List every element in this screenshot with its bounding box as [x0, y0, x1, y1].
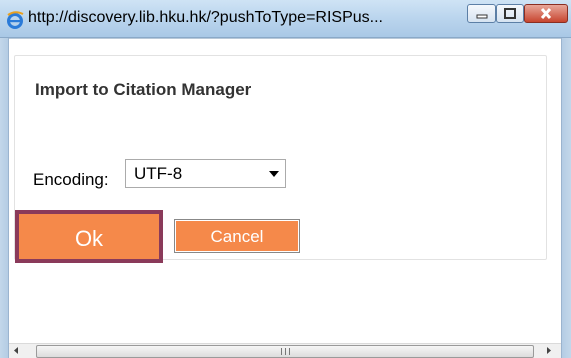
ie-icon: [6, 11, 24, 29]
content-top-border: [9, 38, 561, 39]
dialog-heading: Import to Citation Manager: [35, 80, 252, 99]
close-icon: [540, 8, 552, 19]
scroll-right-icon[interactable]: [545, 345, 553, 356]
encoding-select[interactable]: UTF-8: [125, 159, 286, 188]
window-frame-left: [0, 38, 9, 358]
encoding-label: Encoding:: [33, 170, 109, 189]
ok-button-label: Ok: [74, 226, 104, 251]
window-titlebar[interactable]: http://discovery.lib.hku.hk/?pushToType=…: [0, 0, 571, 38]
minimize-button[interactable]: [467, 4, 496, 23]
window-title: http://discovery.lib.hku.hk/?pushToType=…: [28, 9, 383, 26]
maximize-icon: [504, 8, 516, 19]
chevron-down-icon: [269, 171, 279, 177]
cancel-button-label: Cancel: [210, 227, 264, 246]
close-button[interactable]: [524, 4, 568, 23]
cancel-button-face: Cancel: [176, 221, 298, 251]
minimize-icon: [476, 14, 488, 19]
maximize-button[interactable]: [496, 4, 524, 23]
scrollbar-thumb[interactable]: [36, 345, 534, 358]
window-frame-right: [561, 38, 571, 358]
cancel-button[interactable]: Cancel: [174, 219, 300, 253]
ok-button[interactable]: Ok: [15, 210, 163, 263]
scrollbar-grip: [281, 348, 290, 355]
encoding-selected-value: UTF-8: [134, 164, 183, 183]
scroll-left-icon[interactable]: [12, 345, 20, 356]
